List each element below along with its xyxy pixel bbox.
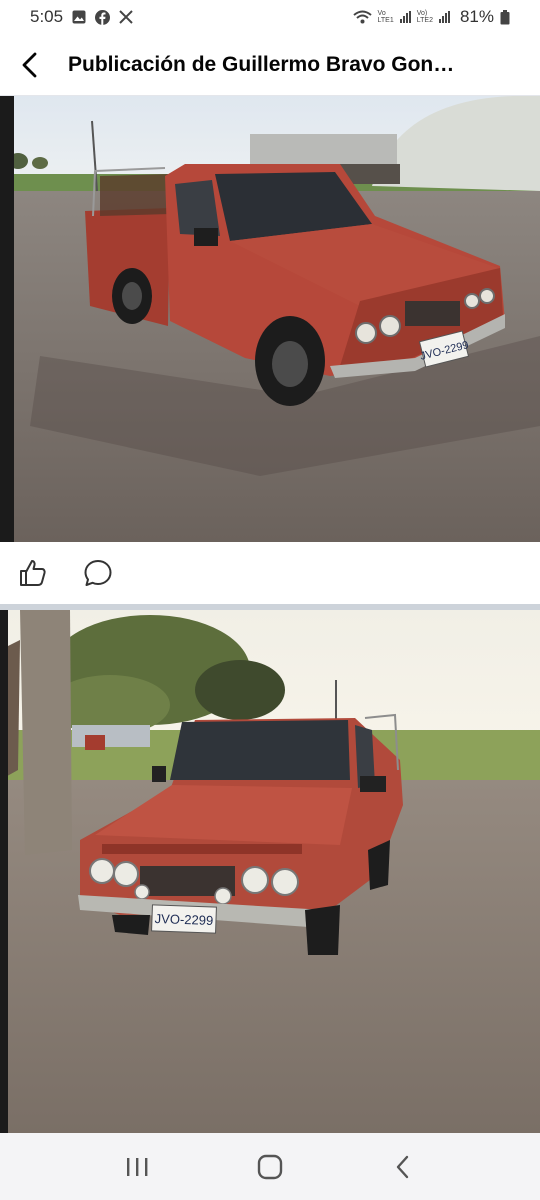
comment-icon — [84, 560, 112, 586]
battery-icon — [500, 9, 510, 25]
post-photo-1[interactable]: JVO-2299 — [0, 96, 540, 542]
chevron-left-icon — [22, 52, 37, 77]
gallery-icon — [72, 10, 86, 24]
network-lte1: Vo LTE1 — [377, 10, 394, 24]
post-actions — [0, 542, 540, 604]
license-plate-2: JVO-2299 — [154, 911, 213, 928]
status-time: 5:05 — [30, 7, 64, 26]
like-icon — [20, 560, 46, 586]
signal-icon — [399, 11, 411, 23]
status-bar: 5:05 Vo LTE1 Vo) LTE2 81% — [0, 0, 540, 34]
back-icon — [397, 1155, 409, 1178]
recent-apps-button[interactable] — [107, 1142, 167, 1192]
battery-percent: 81% — [459, 7, 494, 26]
wifi-icon — [352, 10, 372, 24]
x-twitter-icon — [119, 10, 133, 24]
like-button[interactable] — [16, 557, 48, 589]
home-button[interactable] — [240, 1142, 300, 1192]
post-photo-2[interactable]: JVO-2299 — [0, 610, 540, 1133]
home-icon — [257, 1154, 283, 1179]
facebook-icon — [95, 9, 111, 25]
comment-button[interactable] — [82, 557, 114, 589]
signal-icon-2 — [438, 11, 450, 23]
system-nav-bar — [0, 1133, 540, 1200]
nav-back-button[interactable] — [373, 1142, 433, 1192]
network-lte2: Vo) LTE2 — [416, 10, 433, 24]
back-button[interactable] — [20, 47, 56, 83]
recent-apps-icon — [126, 1157, 148, 1176]
post-header: Publicación de Guillermo Bravo Gon… — [0, 34, 540, 96]
page-title: Publicación de Guillermo Bravo Gon… — [68, 52, 455, 76]
